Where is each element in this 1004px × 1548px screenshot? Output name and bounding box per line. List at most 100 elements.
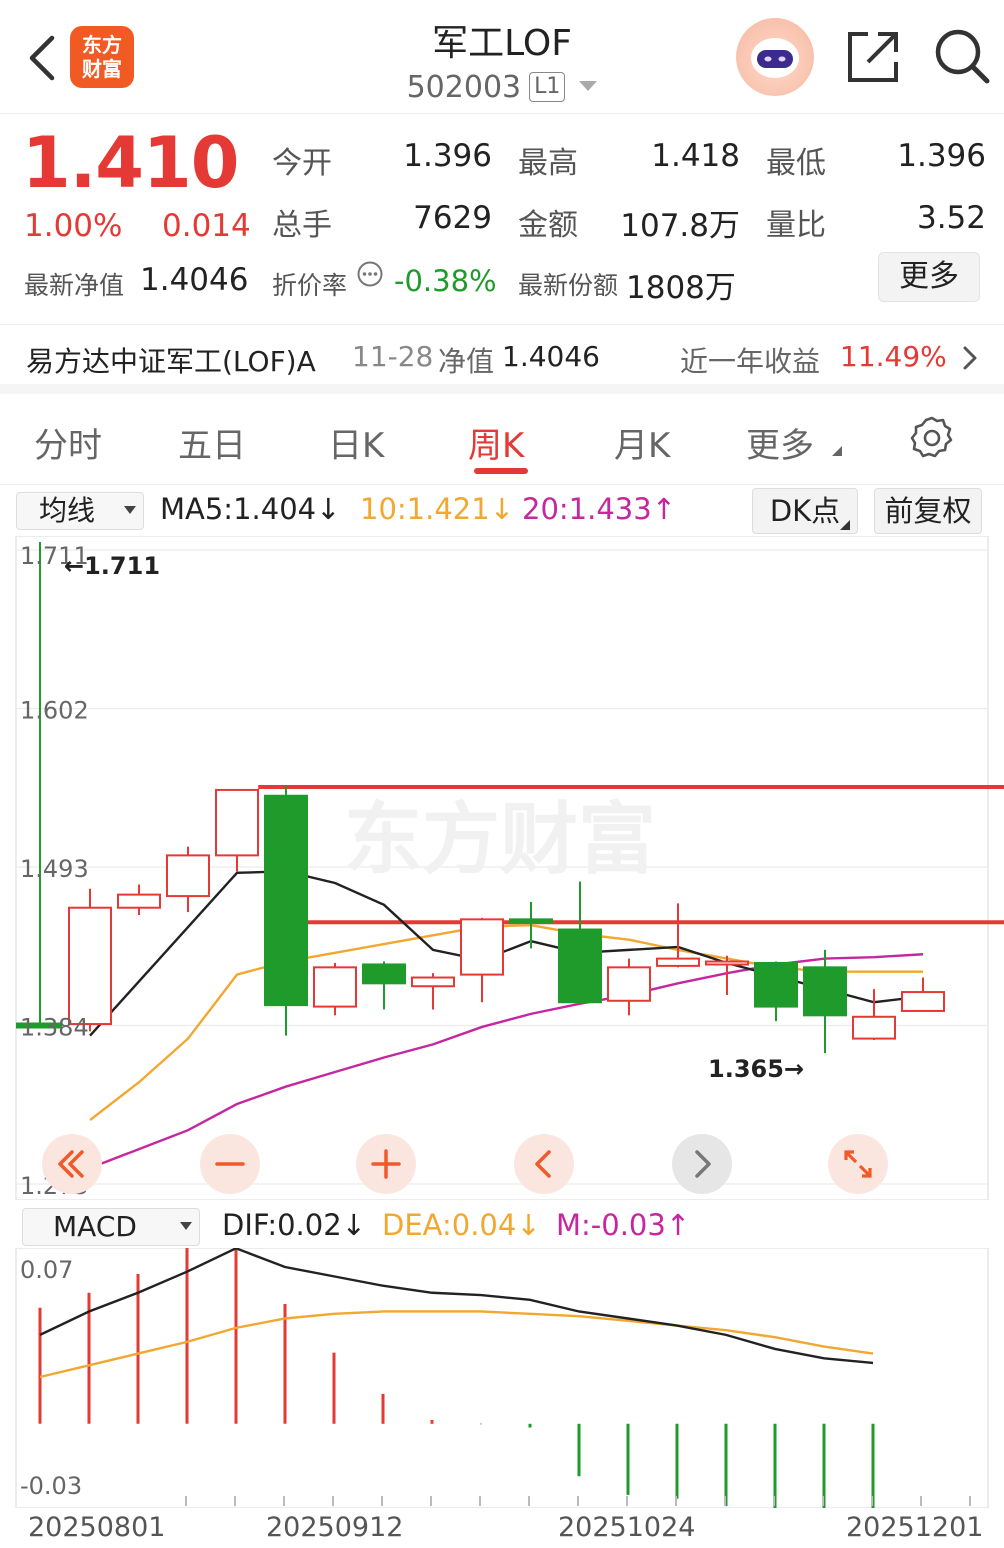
zoom-in-button[interactable] [356,1134,416,1194]
candle-body [705,960,749,966]
tab-more-corner-icon [832,446,842,456]
low-label: 最低 [766,146,826,181]
open-label: 今开 [272,146,332,181]
discount-label: 折价率 [272,271,348,300]
candle-body [117,893,161,909]
ma20-value: 20:1.433↑ [522,492,676,526]
security-code: 502003 [406,70,522,105]
assistant-avatar[interactable] [736,18,814,96]
open-value: 1.396 [403,138,492,174]
latest-shares-value: 1808万 [626,270,736,306]
candle-body [68,906,112,1026]
caret-down-icon [579,81,598,91]
fullscreen-button[interactable] [828,1134,888,1194]
macd-select[interactable]: MACD [22,1208,200,1246]
candle-body [803,966,847,1017]
candle-body [852,1015,896,1040]
x-label-3: 20251024 [558,1512,696,1543]
header: 东方 财富 军工LOF 502003 L1 [0,0,1004,114]
minus-icon [215,1162,245,1166]
candle-body [264,794,308,1007]
fund-nav-label: 净值 [438,345,495,378]
tab-weekly-k[interactable]: 周K [468,418,524,467]
macd-y-label-bottom: -0.03 [20,1472,82,1500]
y-axis-label: 1.493 [20,855,89,883]
volume-value: 7629 [413,200,492,236]
x-label-4: 20251201 [846,1512,984,1543]
high-label: 最高 [518,146,578,181]
plus-icon [371,1149,401,1179]
candle-body [901,991,945,1012]
macd-y-label-top: 0.07 [20,1256,73,1284]
volume-ratio-value: 3.52 [916,200,986,236]
macd-chart[interactable]: 0.07 -0.03 [0,1248,1004,1508]
info-icon[interactable] [356,260,384,288]
robot-icon [751,38,799,78]
high-value: 1.418 [651,138,740,174]
ma5-value: MA5:1.404↓ [160,492,341,526]
share-icon[interactable] [844,28,902,86]
chevron-right-icon[interactable] [958,342,982,374]
ma10-value: 10:1.421↓ [360,492,514,526]
dk-point-label: DK点 [769,494,841,528]
x-label-2: 20250912 [266,1512,404,1543]
candle-body [754,961,798,1008]
chevron-left-icon [535,1150,551,1178]
candle-body [509,918,553,924]
change-percent: 1.00% [24,208,123,244]
tab-monthly-k[interactable]: 月K [614,418,670,467]
caret-down-icon [124,506,136,514]
last-price: 1.410 [22,122,239,204]
gear-icon[interactable] [908,414,956,462]
change-amount: 0.014 [162,208,251,244]
tab-daily-k[interactable]: 日K [328,418,384,467]
max-price-annotation: ←1.711 [64,552,160,580]
candle-body [166,854,210,898]
candle-body [607,966,651,1002]
level-badge: L1 [529,72,566,102]
discount-value: -0.38% [394,264,497,298]
fund-nav-value: 1.4046 [502,340,600,373]
tab-more[interactable]: 更多 [746,418,814,467]
tab-intraday[interactable]: 分时 [34,418,102,467]
divider [0,484,1004,485]
latest-nav-label: 最新净值 [24,271,125,300]
active-tab-indicator [474,468,528,474]
candlestick-chart[interactable]: 东方财富 1.7111.6021.4931.3841.275 ←1.7111.3… [0,536,1004,1200]
macd-m-value: M:-0.03↑ [556,1208,691,1242]
fast-back-button[interactable] [42,1134,102,1194]
volume-ratio-label: 量比 [766,208,826,243]
watermark: 东方财富 [344,795,656,885]
fund-nav-date: 11-28 [352,340,434,373]
candle-body [215,788,259,857]
expand-icon [844,1150,872,1178]
low-value: 1.396 [897,138,986,174]
latest-nav-value: 1.4046 [140,262,249,298]
caret-down-icon [180,1222,192,1230]
candle-body [656,957,700,967]
candle-body [362,963,406,985]
dk-corner-icon [840,520,850,530]
candle-body [558,928,602,1004]
y-axis-label: 1.384 [20,1014,89,1042]
volume-label: 总手 [272,208,332,243]
candle-body [411,976,455,988]
prev-button[interactable] [514,1134,574,1194]
dea-value: DEA:0.04↓ [382,1208,541,1242]
price-adjust-button[interactable]: 前复权 [874,488,982,534]
candle-body [313,966,357,1008]
next-button[interactable] [672,1134,732,1194]
double-chevron-left-icon [58,1150,84,1178]
zoom-out-button[interactable] [200,1134,260,1194]
min-price-annotation: 1.365→ [708,1055,804,1083]
candle-body [460,918,504,976]
latest-shares-label: 最新份额 [518,271,619,300]
search-icon[interactable] [932,26,992,86]
fund-name: 易方达中证军工(LOF)A [26,345,316,378]
y-axis-label: 1.602 [20,697,89,725]
chevron-right-icon [695,1150,711,1178]
more-quote-button[interactable]: 更多 [878,252,980,302]
one-year-return-label: 近一年收益 [680,345,821,378]
dif-value: DIF:0.02↓ [222,1208,366,1242]
tab-five-day[interactable]: 五日 [178,418,246,467]
